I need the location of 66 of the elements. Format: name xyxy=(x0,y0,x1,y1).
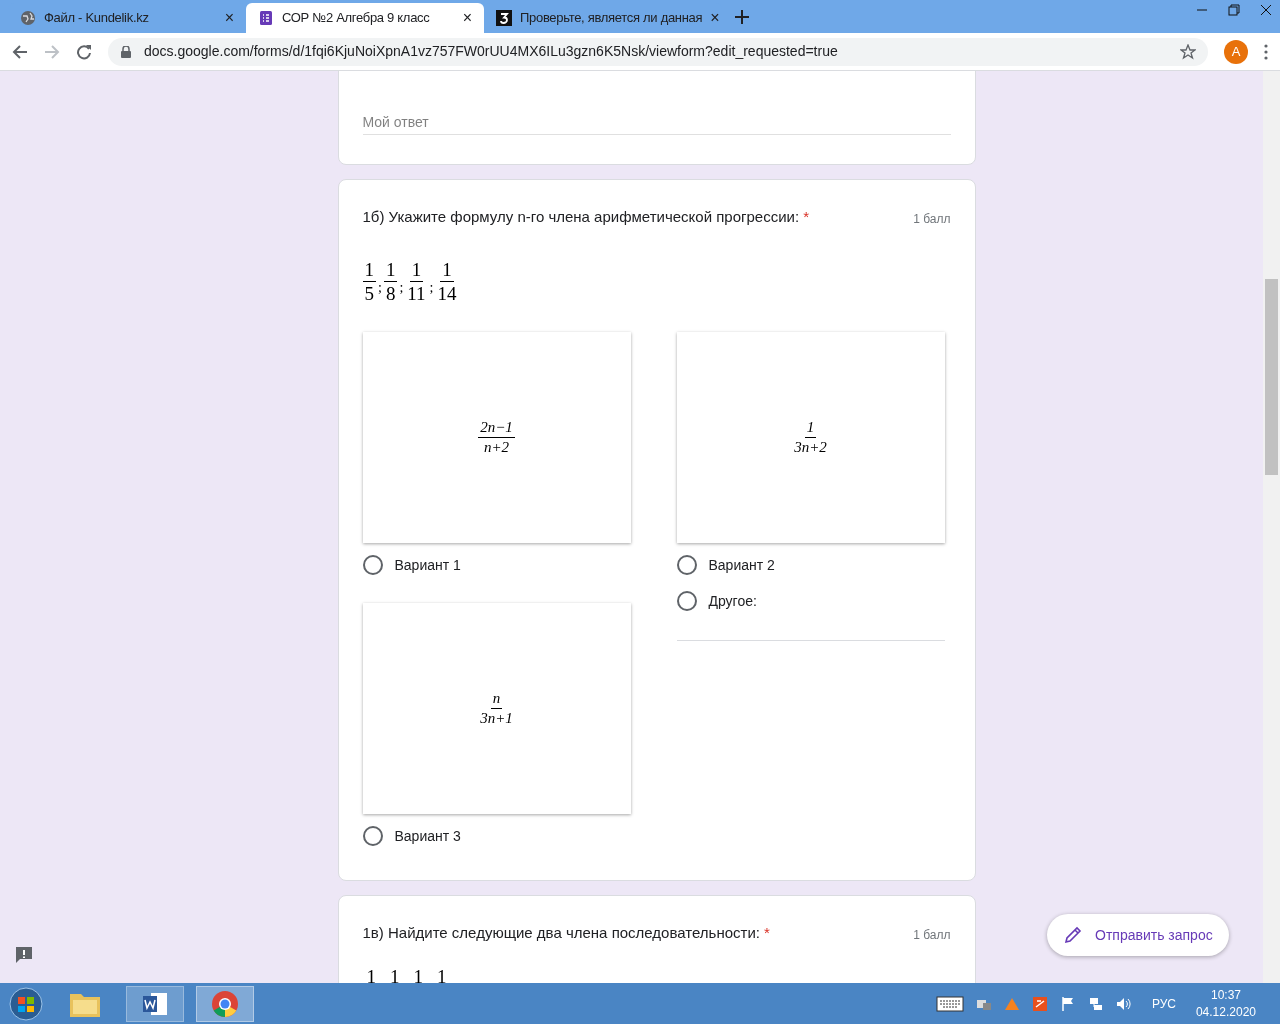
points-label: 1 балл xyxy=(913,927,951,944)
network-icon[interactable] xyxy=(1087,995,1104,1012)
points-label: 1 балл xyxy=(913,211,951,228)
browser-tab[interactable]: СОР №2 Алгебра 9 класс × xyxy=(246,3,484,33)
option-label: Другое: xyxy=(708,591,757,611)
option-label: Вариант 1 xyxy=(394,555,461,575)
browser-icon xyxy=(211,989,239,1018)
start-button[interactable] xyxy=(8,985,44,1022)
required-mark: * xyxy=(803,208,810,225)
close-icon[interactable]: × xyxy=(224,6,234,30)
address-bar[interactable]: docs.google.com/forms/d/1fqi6KjuNoiXpnA1vz757FW0rUU4MX6ILu3gzn6K5Nsk/viewform?edit_requested=true xyxy=(108,37,1208,66)
url-text: docs.google.com/forms/d/1fqi6KjuNoiXpnA1vz757FW0rUU4MX6ILu3gzn6K5Nsk/viewform?edit_requested=true xyxy=(144,42,838,61)
tab-title: Файл - Kundelik.kz xyxy=(44,9,150,28)
answer-card[interactable]: Мой ответ xyxy=(337,71,976,165)
close-icon[interactable]: × xyxy=(710,6,720,30)
radio-button[interactable] xyxy=(676,591,697,611)
answer-field[interactable]: Мой ответ xyxy=(362,109,951,135)
close-icon[interactable] xyxy=(1260,4,1272,16)
numerator: 1 xyxy=(366,964,376,983)
numerator: 1 xyxy=(390,964,400,983)
feedback-icon[interactable] xyxy=(14,945,34,965)
radio-button[interactable] xyxy=(362,826,383,846)
radio-button[interactable] xyxy=(676,555,697,575)
taskbar-button[interactable] xyxy=(196,985,254,1022)
language-indicator[interactable]: РУС xyxy=(1151,994,1176,1013)
clock-date: 04.12.2020 xyxy=(1195,1003,1256,1021)
close-icon[interactable]: × xyxy=(462,6,472,30)
fraction: 1 14 xyxy=(436,257,458,306)
radio-button[interactable] xyxy=(362,555,383,575)
separator: ; xyxy=(429,279,434,297)
numerator: 1 xyxy=(437,964,447,983)
menu-icon[interactable] xyxy=(1264,43,1268,60)
tray-icon[interactable] xyxy=(1031,995,1048,1012)
required-mark: * xyxy=(764,924,770,941)
reload-icon[interactable] xyxy=(76,43,92,60)
tab-title: Проверьте, является ли данная xyxy=(520,9,703,28)
tab-title: СОР №2 Алгебра 9 класс xyxy=(282,9,431,28)
restore-icon[interactable] xyxy=(1228,4,1240,16)
lock-icon xyxy=(120,45,132,58)
square-logo-icon xyxy=(496,10,512,26)
pencil-icon xyxy=(1063,925,1083,945)
fraction: 1 8 xyxy=(383,257,398,306)
fraction: 1 11 xyxy=(406,257,427,306)
clock-time: 10:37 xyxy=(1210,986,1241,1004)
numerator: 1 xyxy=(413,964,423,983)
new-tab-icon[interactable] xyxy=(734,9,750,25)
option-label: Вариант 2 xyxy=(708,555,775,575)
separator: ; xyxy=(378,279,382,297)
request-button[interactable]: Отправить запрос xyxy=(1047,914,1229,956)
globe-icon xyxy=(20,10,36,26)
star-icon[interactable] xyxy=(1180,43,1196,60)
fraction: 1 3n+2 xyxy=(793,418,828,457)
question-title: 1в) Найдите следующие два члена последовательности: xyxy=(362,924,760,941)
separator: ; xyxy=(399,279,404,297)
scrollbar[interactable] xyxy=(1263,71,1280,983)
flag-icon[interactable] xyxy=(1059,995,1076,1012)
question-title: 1б) Укажите формулу n-го члена арифметической прогрессии: xyxy=(362,208,800,225)
fraction: n 3n+1 xyxy=(479,689,514,728)
scrollbar-thumb[interactable] xyxy=(1265,279,1278,475)
form-icon xyxy=(258,10,274,26)
keyboard-icon[interactable] xyxy=(935,995,964,1012)
fraction: 2n−1 n+2 xyxy=(478,418,515,457)
fraction: 1 5 xyxy=(362,257,376,306)
taskbar-button[interactable] xyxy=(126,985,184,1022)
back-icon[interactable] xyxy=(12,43,28,60)
option-label: Вариант 3 xyxy=(394,826,461,846)
